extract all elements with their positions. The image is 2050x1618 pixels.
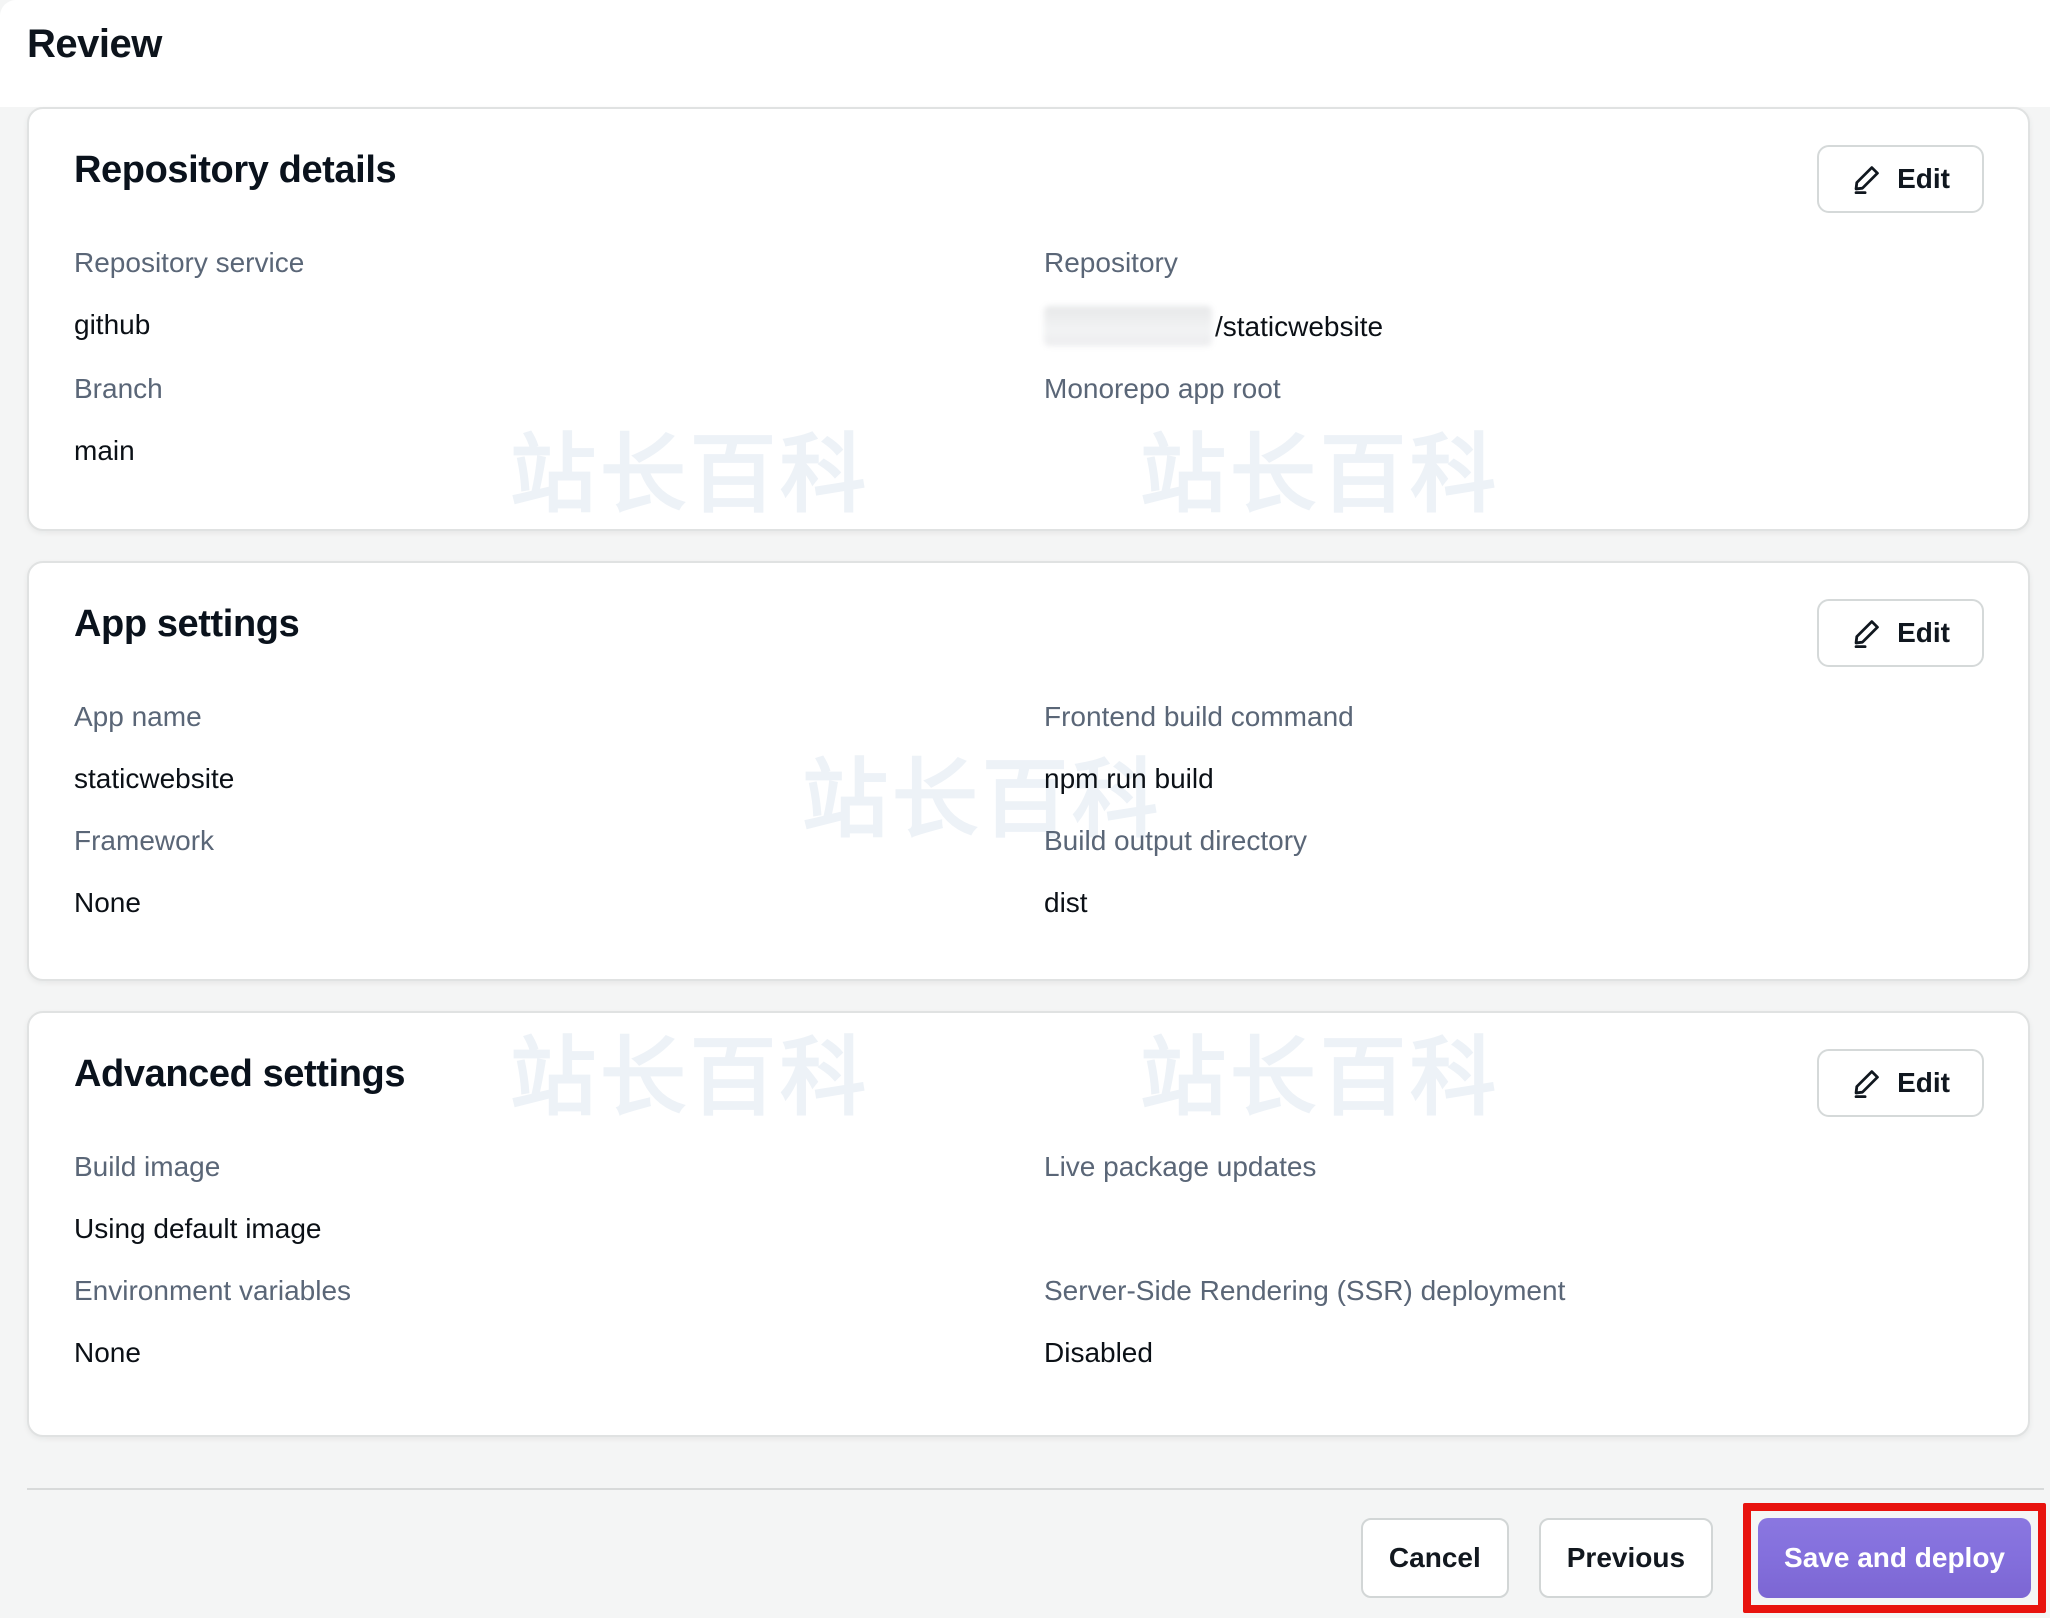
edit-button-label: Edit: [1897, 1067, 1950, 1098]
footer-actions: Cancel Previous Save and deploy: [27, 1503, 2046, 1613]
field-label: Live package updates: [1044, 1151, 1317, 1182]
field-value: Disabled: [1044, 1337, 1153, 1368]
field-label: Build image: [74, 1151, 221, 1182]
field-value: [1044, 432, 1984, 470]
wizard-footer: Cancel Previous Save and deploy: [27, 1488, 2046, 1613]
field-label: Framework: [74, 825, 215, 856]
field-value: npm run build: [1044, 763, 1214, 794]
field-label: Environment variables: [74, 1275, 352, 1306]
review-page: Review 站长百科 站长百科 Repository details Edit…: [0, 0, 2050, 1618]
advanced-settings-card: 站长百科 站长百科 Advanced settings Edit Build i…: [27, 1011, 2030, 1437]
app-settings-fields: App name staticwebsite Frontend build co…: [74, 698, 1984, 922]
field-value: None: [74, 887, 141, 918]
field-value: [1044, 1210, 1984, 1248]
field-repository: Repository /staticwebsite: [1044, 244, 1984, 346]
field-monorepo-app-root: Monorepo app root: [1044, 370, 1984, 470]
repository-details-card: 站长百科 站长百科 Repository details Edit Reposi…: [27, 107, 2030, 531]
field-environment-variables: Environment variables None: [74, 1272, 1014, 1372]
field-build-output-directory: Build output directory dist: [1044, 822, 1984, 922]
field-value: dist: [1044, 887, 1088, 918]
annotation-highlight: Save and deploy: [1743, 1503, 2046, 1613]
repository-name: /staticwebsite: [1215, 311, 1384, 342]
field-repository-service: Repository service github: [74, 244, 1014, 346]
advanced-settings-fields: Build image Using default image Live pac…: [74, 1148, 1984, 1372]
redacted-text: [1044, 306, 1212, 346]
main-content: 站长百科 站长百科 Repository details Edit Reposi…: [0, 0, 2050, 1613]
repository-details-fields: Repository service github Repository /st…: [74, 244, 1984, 470]
previous-button[interactable]: Previous: [1538, 1518, 1714, 1598]
edit-repository-details-button[interactable]: Edit: [1817, 145, 1984, 213]
footer-divider: [27, 1488, 2044, 1490]
edit-button-label: Edit: [1897, 617, 1950, 648]
field-label: Frontend build command: [1044, 701, 1354, 732]
field-value: Using default image: [74, 1213, 322, 1244]
pencil-icon: [1851, 618, 1881, 648]
field-label: Monorepo app root: [1044, 373, 1281, 404]
field-build-image: Build image Using default image: [74, 1148, 1014, 1248]
field-framework: Framework None: [74, 822, 1014, 922]
field-label: Server-Side Rendering (SSR) deployment: [1044, 1275, 1566, 1306]
edit-button-label: Edit: [1897, 163, 1950, 194]
field-label: Repository: [1044, 247, 1178, 278]
edit-app-settings-button[interactable]: Edit: [1817, 599, 1984, 667]
field-value: staticwebsite: [74, 763, 235, 794]
field-value: /staticwebsite: [1044, 306, 1984, 346]
edit-advanced-settings-button[interactable]: Edit: [1817, 1049, 1984, 1117]
field-value: main: [74, 435, 135, 466]
pencil-icon: [1851, 164, 1881, 194]
field-app-name: App name staticwebsite: [74, 698, 1014, 798]
field-label: App name: [74, 701, 202, 732]
cancel-button[interactable]: Cancel: [1360, 1518, 1509, 1598]
save-and-deploy-button[interactable]: Save and deploy: [1758, 1518, 2031, 1598]
field-value: github: [74, 309, 151, 340]
app-settings-card: 站长百科 App settings Edit App name staticwe…: [27, 561, 2030, 981]
field-label: Repository service: [74, 247, 305, 278]
field-live-package-updates: Live package updates: [1044, 1148, 1984, 1248]
field-branch: Branch main: [74, 370, 1014, 470]
card-title-repository-details: Repository details: [74, 149, 397, 191]
pencil-icon: [1851, 1068, 1881, 1098]
field-label: Branch: [74, 373, 163, 404]
field-frontend-build-command: Frontend build command npm run build: [1044, 698, 1984, 798]
card-title-advanced-settings: Advanced settings: [74, 1053, 406, 1095]
field-ssr-deployment: Server-Side Rendering (SSR) deployment D…: [1044, 1272, 1984, 1372]
card-title-app-settings: App settings: [74, 603, 300, 645]
field-label: Build output directory: [1044, 825, 1308, 856]
field-value: None: [74, 1337, 141, 1368]
